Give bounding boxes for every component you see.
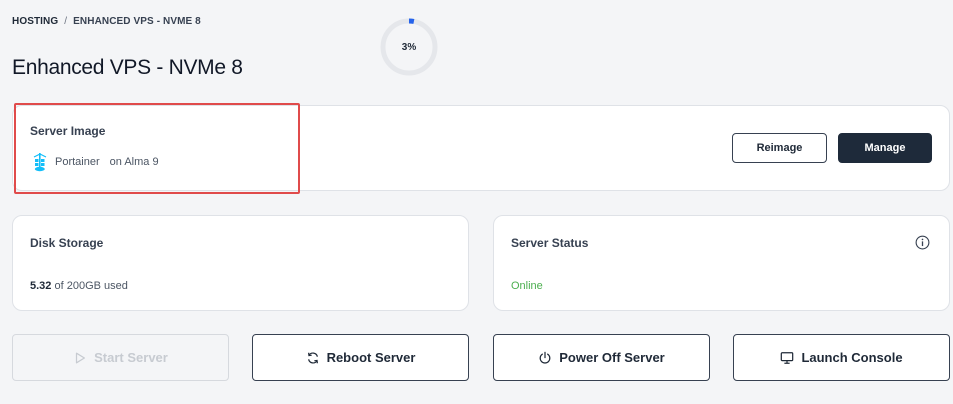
disk-usage-percent: 3% [401,41,417,53]
launch-console-button[interactable]: Launch Console [733,334,950,381]
power-off-server-button[interactable]: Power Off Server [493,334,710,381]
refresh-icon [307,351,318,364]
server-status-value: Online [511,280,543,292]
disk-storage-card: Disk Storage 5.32 of 200GB used [12,215,469,311]
disk-total-text: of 200GB used [54,280,128,292]
play-icon [76,352,86,363]
reboot-server-button[interactable]: Reboot Server [252,334,469,381]
breadcrumb-current: ENHANCED VPS - NVME 8 [73,16,201,27]
server-status-card: Server Status Online [493,215,950,311]
selection-highlight [14,103,300,194]
server-status-label: Server Status [511,236,589,250]
breadcrumb-separator: / [64,16,68,27]
reboot-server-label: Reboot Server [326,350,416,365]
manage-button[interactable]: Manage [838,133,932,163]
power-icon [539,351,551,364]
start-server-label: Start Server [94,350,168,365]
reimage-button[interactable]: Reimage [732,133,827,163]
power-off-server-label: Power Off Server [559,350,665,365]
breadcrumb: HOSTING / ENHANCED VPS - NVME 8 [12,16,201,27]
breadcrumb-root-link[interactable]: HOSTING [12,16,58,27]
disk-storage-label: Disk Storage [30,236,104,250]
disk-used-value: 5.32 [30,280,52,292]
start-server-button[interactable]: Start Server [12,334,229,381]
page-title: Enhanced VPS - NVMe 8 [12,56,243,79]
info-icon[interactable] [915,235,930,250]
disk-usage-text: 5.32 of 200GB used [30,280,128,292]
monitor-icon [781,351,794,364]
launch-console-label: Launch Console [801,350,903,365]
